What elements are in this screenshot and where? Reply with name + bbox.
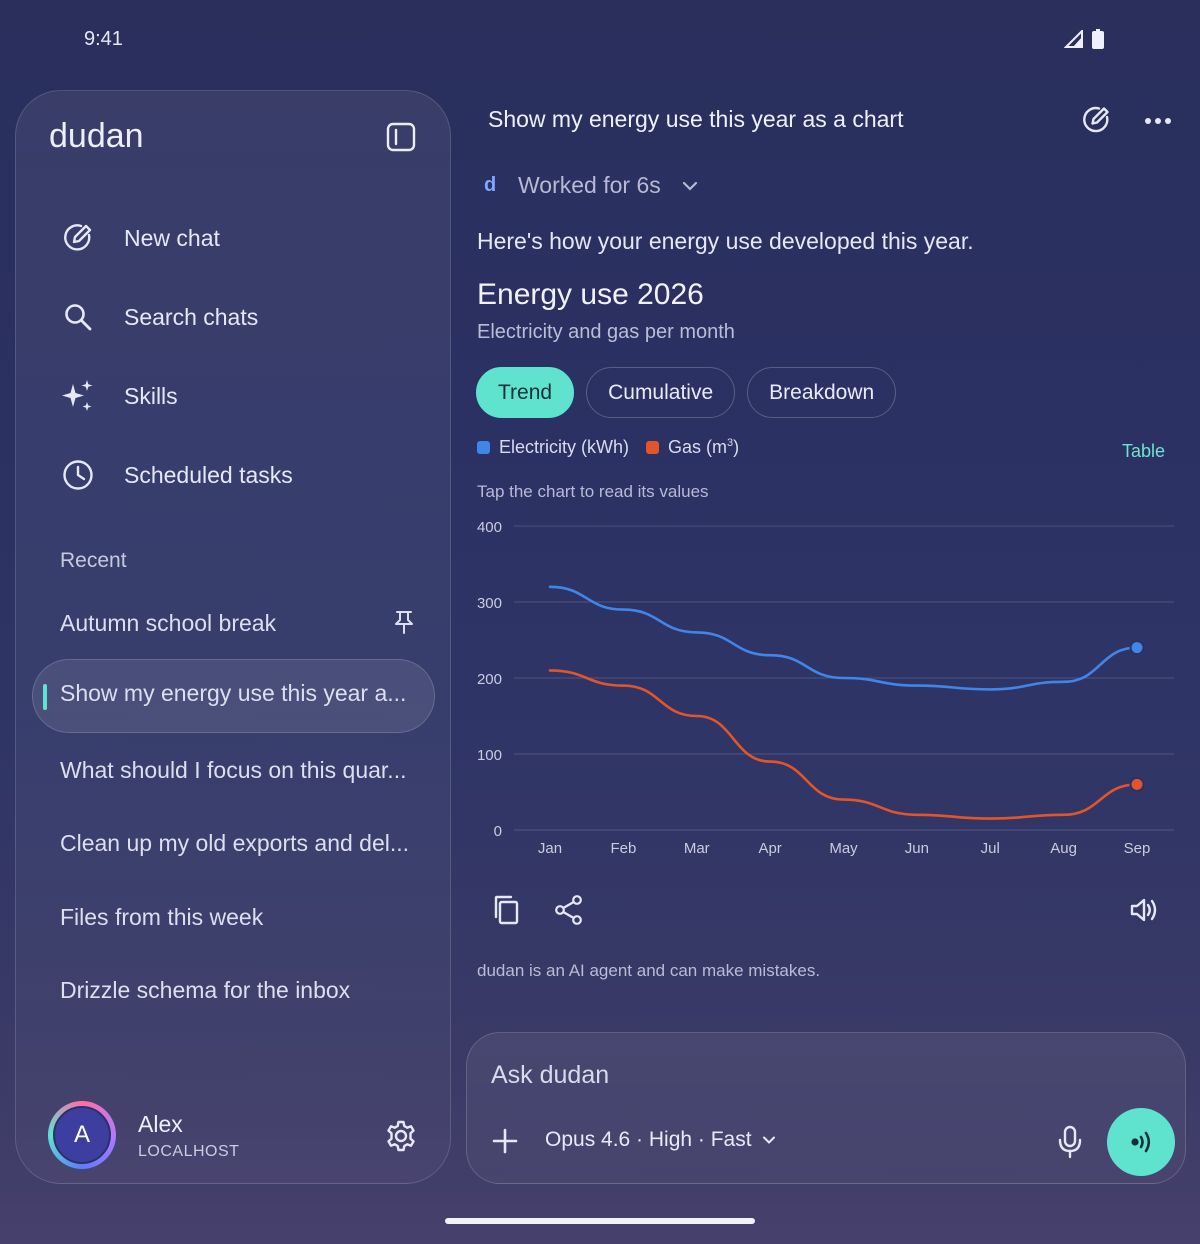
sparkle-icon — [60, 378, 96, 414]
recent-chat-item[interactable]: Files from this week — [60, 904, 263, 931]
user-name: Alex — [138, 1111, 183, 1137]
status-time: 9:41 — [84, 28, 123, 50]
nav-label: Search chats — [124, 303, 259, 330]
copy-icon[interactable] — [490, 893, 524, 927]
recent-chat-active[interactable]: Show my energy use this year a... — [32, 659, 435, 733]
legend-gas: Gas (m3) — [668, 437, 739, 458]
tab-cumulative[interactable]: Cumulative — [586, 367, 736, 418]
nav-scheduled-tasks[interactable]: Scheduled tasks — [60, 455, 293, 495]
message-input[interactable]: Ask dudan — [491, 1061, 609, 1090]
recent-chat-item[interactable]: Drizzle schema for the inbox — [60, 977, 350, 1004]
model-selector[interactable]: Opus 4.6 · High · Fast — [545, 1128, 776, 1152]
chart-hint: Tap the chart to read its values — [477, 482, 709, 501]
nav-skills[interactable]: Skills — [60, 376, 178, 416]
chart-title: Energy use 2026 — [477, 278, 704, 311]
agent-logo-icon: d — [484, 174, 497, 196]
plus-icon[interactable] — [491, 1127, 519, 1155]
legend-gas-end: ) — [733, 437, 740, 457]
nav-search-chats[interactable]: Search chats — [60, 297, 258, 337]
x-tick-label: Mar — [684, 840, 710, 857]
home-indicator — [445, 1218, 755, 1224]
recent-heading: Recent — [60, 549, 127, 572]
x-tick-label: Jan — [538, 840, 562, 857]
microphone-icon[interactable] — [1055, 1125, 1085, 1159]
legend-swatch-gas — [646, 441, 659, 454]
gear-icon[interactable] — [384, 1119, 418, 1153]
signal-icon — [1064, 30, 1083, 48]
assistant-intro: Here's how your energy use developed thi… — [477, 228, 974, 254]
x-tick-label: Jul — [981, 840, 1000, 857]
y-tick-label: 200 — [477, 671, 502, 688]
nav-new-chat[interactable]: New chat — [60, 218, 220, 258]
edit-icon — [60, 220, 96, 256]
chevron-down-icon — [762, 1136, 775, 1144]
chart-subtitle: Electricity and gas per month — [477, 321, 735, 343]
nav-label: Scheduled tasks — [124, 461, 293, 488]
recent-chat-item[interactable]: Clean up my old exports and del... — [60, 830, 409, 857]
legend-gas-text: Gas (m — [668, 437, 728, 457]
speaker-icon[interactable] — [1127, 893, 1161, 927]
recent-chat-item[interactable]: What should I focus on this quar... — [60, 757, 406, 784]
chevron-down-icon — [682, 181, 697, 191]
recent-chat-item: Show my energy use this year a... — [60, 680, 407, 706]
series-endpoint-gas — [1129, 776, 1145, 792]
recent-chat-item[interactable]: Autumn school break — [60, 610, 276, 637]
tab-trend[interactable]: Trend — [476, 367, 575, 418]
chart-legend: Electricity (kWh) Gas (m3) — [477, 437, 739, 458]
pin-icon[interactable] — [392, 609, 416, 635]
composer: Ask dudan Opus 4.6 · High · Fast — [466, 1032, 1186, 1184]
voice-mode-button[interactable] — [1107, 1108, 1175, 1176]
x-tick-label: Aug — [1050, 840, 1077, 857]
legend-electricity: Electricity (kWh) — [499, 437, 629, 457]
series-endpoint-electricity — [1129, 640, 1145, 656]
worked-toggle[interactable]: d Worked for 6s — [484, 172, 699, 199]
x-tick-label: Apr — [758, 840, 781, 857]
tab-breakdown[interactable]: Breakdown — [747, 367, 897, 418]
y-tick-label: 300 — [477, 595, 502, 612]
more-icon[interactable] — [1140, 108, 1176, 134]
voice-wave-icon — [1131, 1131, 1151, 1153]
x-tick-label: Feb — [610, 840, 636, 857]
worked-label: Worked for 6s — [518, 172, 661, 198]
brand-title: dudan — [49, 117, 144, 155]
chat-title: Show my energy use this year as a chart — [488, 106, 904, 132]
user-host: LOCALHOST — [138, 1143, 240, 1160]
disclaimer: dudan is an AI agent and can make mistak… — [477, 961, 821, 980]
x-tick-label: May — [829, 840, 858, 857]
x-tick-label: Sep — [1124, 840, 1151, 857]
y-tick-label: 100 — [477, 747, 502, 764]
legend-swatch-electricity — [477, 441, 490, 454]
avatar-initial: A — [53, 1106, 111, 1164]
series-line-gas — [548, 669, 1139, 820]
sidebar-toggle-icon[interactable] — [386, 122, 416, 152]
chart-tabs: Trend Cumulative Breakdown — [476, 367, 897, 418]
battery-icon — [1092, 29, 1104, 49]
new-chat-icon[interactable] — [1080, 104, 1112, 136]
status-icons — [1064, 29, 1104, 49]
energy-line-chart[interactable]: 0 100 200 300 400 Jan Feb Mar Apr May Jun Jul Aug Sep — [470, 510, 1180, 866]
nav-label: Skills — [124, 382, 178, 409]
clock-icon — [60, 457, 96, 493]
search-icon — [60, 299, 96, 335]
x-tick-label: Jun — [905, 840, 929, 857]
sidebar: dudan New chat Search chats Skills Sched… — [15, 90, 451, 1184]
share-icon[interactable] — [552, 893, 586, 927]
table-link[interactable]: Table — [1122, 441, 1165, 462]
avatar: A — [48, 1101, 116, 1169]
status-bar: 9:41 — [0, 0, 1200, 80]
model-label: Opus 4.6 · High · Fast — [545, 1128, 752, 1151]
y-tick-label: 400 — [477, 519, 502, 536]
nav-label: New chat — [124, 224, 220, 251]
y-tick-label: 0 — [494, 823, 502, 840]
